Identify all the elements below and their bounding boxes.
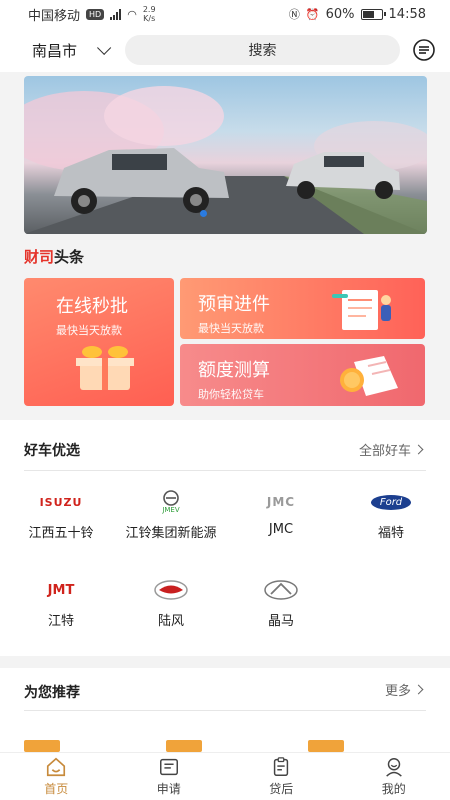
jingma-logo [226, 576, 336, 604]
carrier-name: 中国移动 [28, 8, 81, 24]
brand-label: JMC [268, 522, 294, 537]
status-bar: 中国移动 HD ◠ 2.9 K/s Ⓝ ⏰ 60% 14:58 [0, 0, 450, 28]
section-title: 好车优选 [24, 443, 80, 459]
search-input[interactable]: 搜索 [125, 35, 400, 65]
nav-post-loan[interactable]: 贷后 [225, 753, 338, 800]
profile-icon [385, 758, 402, 777]
top-header: 南昌市 搜索 [0, 28, 450, 72]
divider [24, 470, 426, 471]
battery-percent: 60% [325, 6, 355, 22]
nav-label: 贷后 [269, 782, 294, 796]
good-cars-section: 好车优选 全部好车 ISUZU 江西五十铃 JMEV 江铃集团新能源 JMC J… [0, 420, 450, 656]
clipboard-icon [274, 757, 289, 776]
ford-logo: Ford [336, 488, 446, 516]
battery-icon [360, 8, 386, 20]
chevron-right-icon [413, 444, 424, 455]
banner-cars-illustration [24, 86, 427, 234]
brand-jingma[interactable]: 晶马 [226, 576, 336, 629]
network-speed: 2.9 K/s [142, 5, 156, 23]
brand-label: 江铃集团新能源 [125, 526, 217, 541]
search-label: 搜索 [248, 43, 277, 59]
chevron-right-icon [413, 684, 424, 695]
nav-apply[interactable]: 申请 [113, 753, 226, 800]
brand-label: 福特 [377, 526, 404, 541]
jmev-logo: JMEV [116, 488, 226, 516]
clock: 14:58 [388, 6, 426, 22]
recommend-card-tag[interactable] [166, 740, 202, 752]
section-title: 为您推荐 [24, 685, 80, 701]
home-icon [47, 757, 66, 777]
chevron-down-icon[interactable] [97, 40, 112, 55]
brand-isuzu[interactable]: ISUZU 江西五十铃 [6, 488, 116, 542]
brand-jmev[interactable]: JMEV 江铃集团新能源 [116, 488, 226, 541]
city-selector[interactable]: 南昌市 [32, 40, 77, 61]
promo-title: 在线秒批 [56, 296, 128, 317]
apply-icon [159, 758, 178, 776]
more-link[interactable]: 更多 [385, 680, 424, 699]
all-cars-link[interactable]: 全部好车 [359, 440, 424, 459]
recommend-card-tag[interactable] [308, 740, 344, 752]
nav-label: 我的 [381, 782, 406, 796]
jmt-logo: JMT [47, 582, 75, 598]
online-approval-card[interactable]: 在线秒批 最快当天放款 [24, 278, 174, 406]
recommend-card-tag[interactable] [24, 740, 60, 752]
brand-jmt[interactable]: JMT 江特 [6, 576, 116, 630]
brand-label: 晶马 [267, 614, 294, 629]
divider [24, 710, 426, 711]
pre-review-card[interactable]: 预审进件 最快当天放款 [180, 278, 425, 339]
brand-landwind[interactable]: 陆风 [116, 576, 226, 629]
nav-home[interactable]: 首页 [0, 753, 113, 800]
landwind-logo [116, 576, 226, 604]
quota-estimate-card[interactable]: 额度测算 助你轻松贷车 [180, 344, 425, 406]
coin-book-icon [340, 356, 398, 396]
brand-label: 江特 [47, 614, 74, 629]
headline-title: 财司头条 [24, 248, 85, 266]
nfc-icon: Ⓝ [288, 8, 300, 21]
promo-banner[interactable] [24, 76, 427, 234]
carousel-indicator[interactable] [200, 210, 207, 217]
wifi-icon: ◠ [127, 7, 137, 21]
gift-money-icon [76, 346, 134, 390]
message-icon[interactable] [412, 38, 436, 62]
brand-label: 江西五十铃 [28, 526, 94, 541]
brand-ford[interactable]: Ford 福特 [336, 488, 446, 541]
alarm-icon: ⏰ [305, 7, 320, 21]
brand-label: 陆风 [157, 614, 184, 629]
recommend-section: 为您推荐 更多 [0, 668, 450, 758]
document-person-icon [332, 290, 391, 330]
nav-label: 申请 [156, 782, 181, 796]
nav-label: 首页 [44, 782, 69, 796]
isuzu-logo: ISUZU [39, 495, 83, 509]
promo-subtitle: 最快当天放款 [56, 324, 122, 337]
nav-profile[interactable]: 我的 [338, 753, 450, 800]
signal-icon [110, 8, 122, 20]
brand-jmc[interactable]: JMC JMC [226, 488, 336, 537]
jmc-logo: JMC [266, 495, 296, 509]
bottom-navigation: 首页 申请 贷后 我的 [0, 752, 450, 800]
hd-badge: HD [86, 8, 105, 20]
